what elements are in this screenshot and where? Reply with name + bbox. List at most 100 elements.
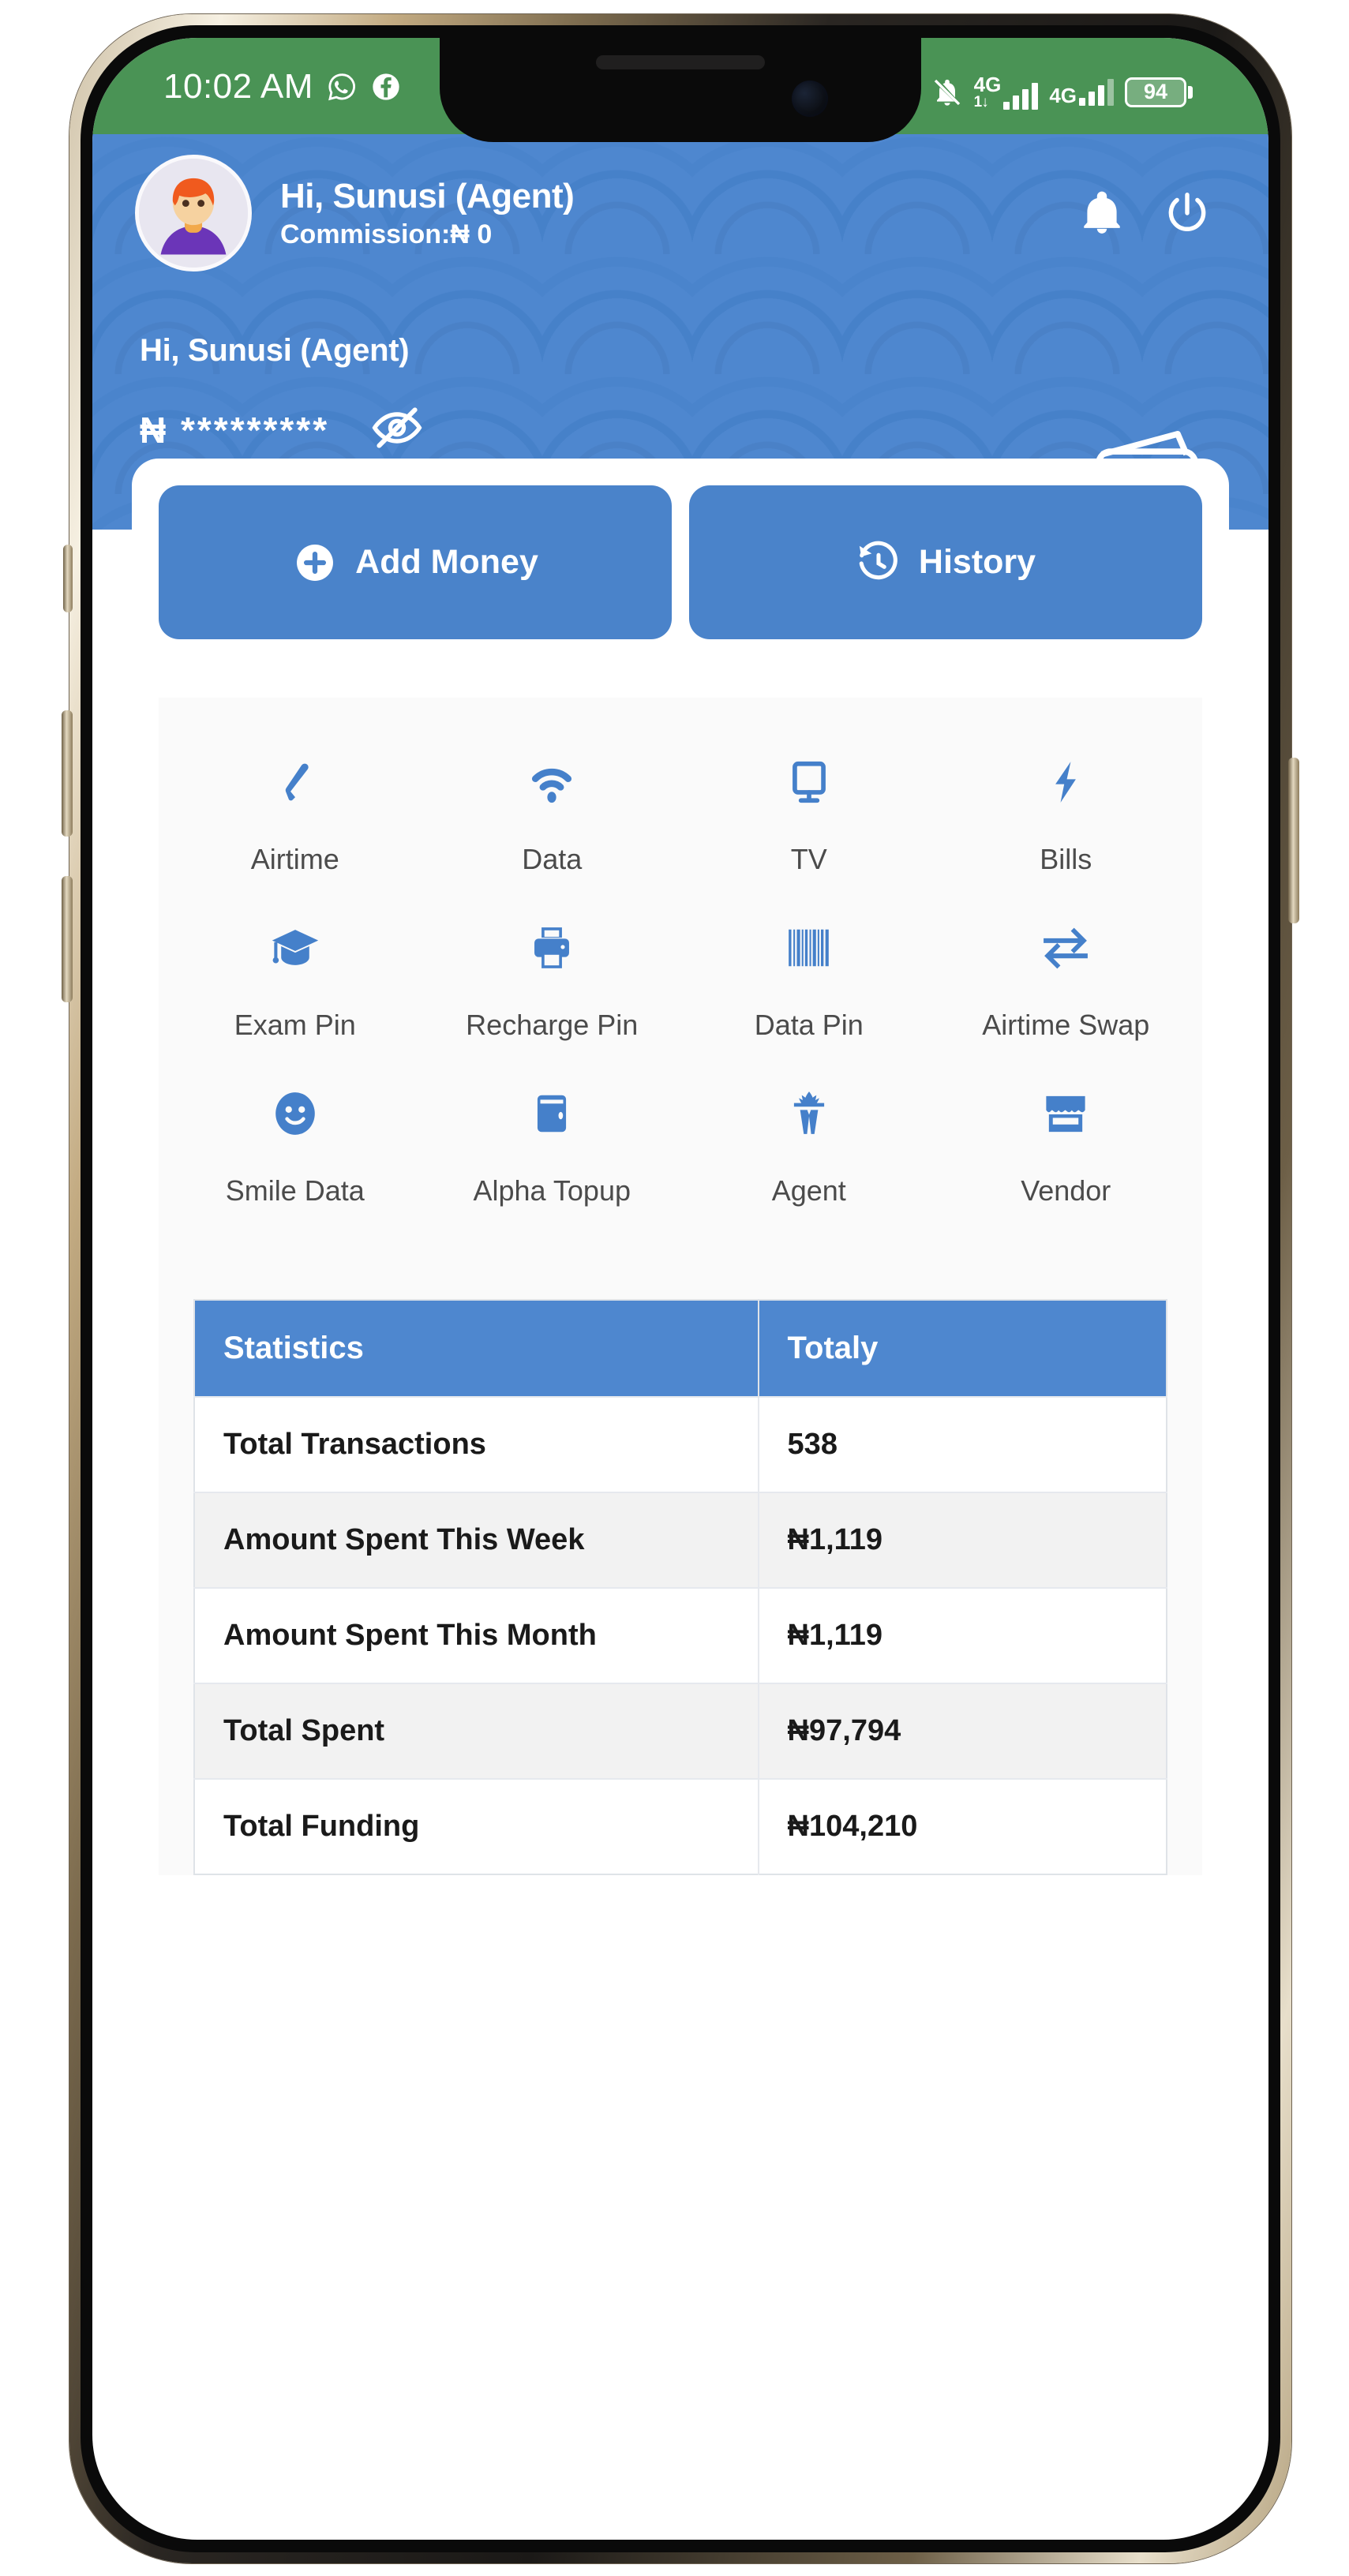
- service-alpha-topup[interactable]: Alpha Topup: [424, 1065, 681, 1231]
- service-vendor[interactable]: Vendor: [938, 1065, 1195, 1231]
- phone-screen: 10:02 AM 4G 1↓ 4G 94 Hi, Sunusi (Agent) …: [92, 38, 1268, 2540]
- service-label: Data: [522, 843, 583, 875]
- signal-bars-2: [1079, 78, 1114, 106]
- balance-user-name: Hi, Sunusi (Agent): [140, 333, 410, 368]
- avatar[interactable]: [135, 155, 252, 271]
- status-bar: 10:02 AM 4G 1↓ 4G 94: [92, 38, 1268, 142]
- services-row: Airtime Data TV Bills: [167, 734, 1194, 900]
- stat-label: Amount Spent This Month: [194, 1587, 759, 1683]
- service-label: Smile Data: [225, 1174, 365, 1207]
- graduation-cap-icon: [269, 919, 321, 977]
- service-bills[interactable]: Bills: [938, 734, 1195, 900]
- app-top-bar: Hi, Sunusi (Agent) Commission:₦ 0: [92, 134, 1268, 286]
- mute-switch-button[interactable]: [63, 545, 73, 612]
- service-data[interactable]: Data: [424, 734, 681, 900]
- battery-indicator: 94: [1125, 77, 1193, 107]
- add-money-button[interactable]: Add Money: [159, 485, 672, 639]
- wallet-small-icon: [527, 1084, 576, 1143]
- eye-off-icon[interactable]: [370, 405, 424, 455]
- store-icon: [1040, 1084, 1091, 1143]
- add-money-label: Add Money: [355, 543, 538, 581]
- barcode-icon: [785, 919, 834, 977]
- stat-label: Total Transactions: [194, 1396, 759, 1492]
- status-bar-clock: 10:02 AM: [163, 67, 313, 106]
- stat-value: ₦104,210: [758, 1778, 1167, 1874]
- printer-icon: [527, 919, 576, 977]
- history-label: History: [918, 543, 1036, 581]
- statistics-section: Statistics Totaly Total Transactions 538…: [159, 1255, 1202, 1875]
- stat-value: ₦1,119: [758, 1587, 1167, 1683]
- whatsapp-icon: [328, 73, 355, 101]
- services-grid: Airtime Data TV Bills Exam Pin Recharge …: [159, 698, 1202, 1255]
- history-icon: [859, 541, 897, 579]
- service-label: Exam Pin: [234, 1009, 356, 1041]
- service-data-pin[interactable]: Data Pin: [680, 900, 938, 1065]
- top-bar-greeting: Hi, Sunusi (Agent): [280, 176, 575, 215]
- balance-amount-row: ₦ *********: [140, 405, 1221, 455]
- service-label: Alpha Topup: [473, 1174, 631, 1207]
- service-airtime[interactable]: Airtime: [167, 734, 424, 900]
- stat-label: Total Funding: [194, 1778, 759, 1874]
- service-tv[interactable]: TV: [680, 734, 938, 900]
- network-type-label-1: 4G 1↓: [973, 73, 1002, 110]
- front-camera: [792, 80, 828, 117]
- services-row: Smile Data Alpha Topup Agent Vendor: [167, 1065, 1194, 1231]
- column-header-statistics: Statistics: [194, 1300, 759, 1397]
- bell-icon[interactable]: [1077, 189, 1126, 238]
- earpiece-speaker: [596, 55, 765, 69]
- screenshot-stage: 10:02 AM 4G 1↓ 4G 94 Hi, Sunusi (Agent) …: [0, 0, 1349, 2576]
- table-row: Total Spent ₦97,794: [194, 1683, 1167, 1779]
- plus-circle-icon: [297, 544, 334, 581]
- service-label: Airtime Swap: [982, 1009, 1150, 1041]
- service-label: Airtime: [250, 843, 339, 875]
- user-avatar-illustration: [139, 159, 248, 268]
- statistics-table: Statistics Totaly Total Transactions 538…: [193, 1299, 1167, 1875]
- table-row: Total Transactions 538: [194, 1396, 1167, 1492]
- facebook-icon: [373, 73, 399, 100]
- stat-label: Amount Spent This Week: [194, 1492, 759, 1588]
- battery-percent-label: 94: [1143, 80, 1168, 103]
- table-header-row: Statistics Totaly: [194, 1300, 1167, 1397]
- top-bar-commission: Commission:₦ 0: [280, 219, 493, 249]
- stat-value: ₦97,794: [758, 1683, 1167, 1779]
- bolt-icon: [1041, 753, 1090, 811]
- smiley-icon: [271, 1084, 320, 1143]
- service-label: Bills: [1040, 843, 1092, 875]
- service-recharge-pin[interactable]: Recharge Pin: [424, 900, 681, 1065]
- service-label: Vendor: [1021, 1174, 1111, 1207]
- tv-icon: [785, 753, 834, 811]
- table-row: Total Funding ₦104,210: [194, 1778, 1167, 1874]
- main-sheet: Add Money History Airtime Data TV Bills …: [132, 459, 1229, 1875]
- phone-notch: [440, 38, 921, 142]
- service-label: TV: [790, 843, 827, 875]
- quick-actions: Add Money History: [159, 485, 1202, 639]
- balance-amount: ₦ *********: [140, 409, 330, 451]
- service-label: Data Pin: [754, 1009, 864, 1041]
- table-row: Amount Spent This Month ₦1,119: [194, 1587, 1167, 1683]
- service-airtime-swap[interactable]: Airtime Swap: [938, 900, 1195, 1065]
- power-side-button[interactable]: [1288, 758, 1299, 923]
- power-icon[interactable]: [1163, 189, 1212, 238]
- service-label: Agent: [771, 1174, 846, 1207]
- service-agent[interactable]: Agent: [680, 1065, 938, 1231]
- phone-icon: [271, 753, 320, 811]
- top-bar-text: Hi, Sunusi (Agent) Commission:₦ 0: [280, 177, 1077, 250]
- service-label: Recharge Pin: [466, 1009, 639, 1041]
- status-bar-left: 10:02 AM: [154, 57, 402, 104]
- column-header-totaly: Totaly: [758, 1300, 1167, 1397]
- top-bar-actions: [1077, 189, 1226, 238]
- stat-value: 538: [758, 1396, 1167, 1492]
- table-row: Amount Spent This Week ₦1,119: [194, 1492, 1167, 1588]
- spy-agent-icon: [785, 1084, 834, 1143]
- history-button[interactable]: History: [689, 485, 1202, 639]
- services-row: Exam Pin Recharge Pin Data Pin Airtime S…: [167, 900, 1194, 1065]
- status-bar-right: 4G 1↓ 4G 94: [931, 57, 1207, 110]
- volume-up-button[interactable]: [62, 710, 73, 837]
- network-type-label-2: 4G: [1049, 83, 1077, 107]
- wifi-icon: [526, 753, 577, 811]
- service-smile-data[interactable]: Smile Data: [167, 1065, 424, 1231]
- service-exam-pin[interactable]: Exam Pin: [167, 900, 424, 1065]
- exchange-arrows-icon: [1040, 919, 1092, 977]
- signal-bars-1: [1003, 83, 1039, 110]
- volume-down-button[interactable]: [62, 876, 73, 1002]
